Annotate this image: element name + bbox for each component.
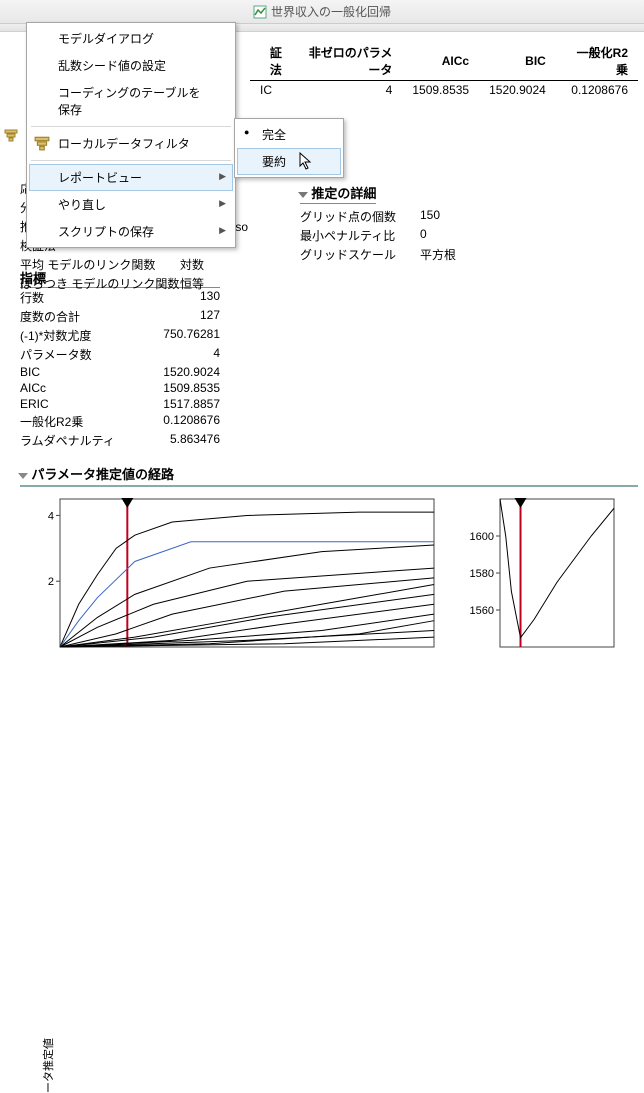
- svg-text:4: 4: [48, 510, 54, 522]
- col-r2: 一般化R2乗: [556, 42, 638, 81]
- col-aicc: AICc: [402, 42, 479, 81]
- col-method: 証法: [250, 42, 292, 81]
- kv-val: 対数: [180, 255, 270, 274]
- menu-model-dialog[interactable]: モデルダイアログ: [29, 25, 233, 52]
- disclosure-icon[interactable]: [298, 192, 308, 198]
- window-title: 世界収入の一般化回帰: [271, 3, 391, 20]
- results-table: 証法 非ゼロのパラメータ AICc BIC 一般化R2乗 IC 4 1509.8…: [250, 42, 638, 99]
- menu-report-view[interactable]: レポートビュー: [29, 164, 233, 191]
- menu-redo[interactable]: やり直し: [29, 191, 233, 218]
- estimation-detail-panel: 推定の詳細 グリッド点の個数150最小ペナルティ比0グリッドスケール平方根: [300, 183, 638, 264]
- col-nonzero: 非ゼロのパラメータ: [292, 42, 403, 81]
- param-path-chart: 24 ータ推定値: [20, 493, 440, 656]
- menu-save-coding-table[interactable]: コーディングのテーブルを保存: [29, 79, 233, 123]
- report-view-submenu[interactable]: 完全 要約: [234, 118, 344, 178]
- svg-text:1560: 1560: [470, 605, 494, 617]
- path-title: パラメータ推定値の経路: [31, 467, 174, 482]
- menu-separator: [31, 160, 231, 161]
- menu-local-data-filter[interactable]: ローカルデータフィルタ: [29, 130, 233, 157]
- estimation-detail-title: 推定の詳細: [311, 186, 376, 201]
- submenu-full[interactable]: 完全: [237, 121, 341, 148]
- table-row: IC 4 1509.8535 1520.9024 0.1208676: [250, 81, 638, 100]
- menu-random-seed[interactable]: 乱数シード値の設定: [29, 52, 233, 79]
- app-icon: [253, 5, 267, 19]
- bic-path-chart: 1560 1580 1600: [460, 493, 620, 656]
- submenu-summary[interactable]: 要約: [237, 148, 341, 175]
- chart-ylabel: ータ推定値: [40, 1038, 56, 1093]
- svg-text:1580: 1580: [470, 568, 494, 580]
- svg-text:2: 2: [48, 576, 54, 588]
- disclosure-icon[interactable]: [18, 473, 28, 479]
- window-titlebar: 世界収入の一般化回帰: [0, 0, 644, 24]
- col-bic: BIC: [479, 42, 556, 81]
- filter-icon: [34, 135, 50, 151]
- metrics-header: 指標: [20, 271, 46, 286]
- svg-text:1600: 1600: [470, 531, 494, 543]
- filter-icon: [4, 128, 18, 142]
- menu-separator: [31, 126, 231, 127]
- menu-save-script[interactable]: スクリプトの保存: [29, 218, 233, 245]
- context-menu[interactable]: モデルダイアログ 乱数シード値の設定 コーディングのテーブルを保存 ローカルデー…: [26, 22, 236, 248]
- metrics-list: 行数130度数の合計127(-1)*対数尤度750.76281パラメータ数4BI…: [20, 288, 638, 450]
